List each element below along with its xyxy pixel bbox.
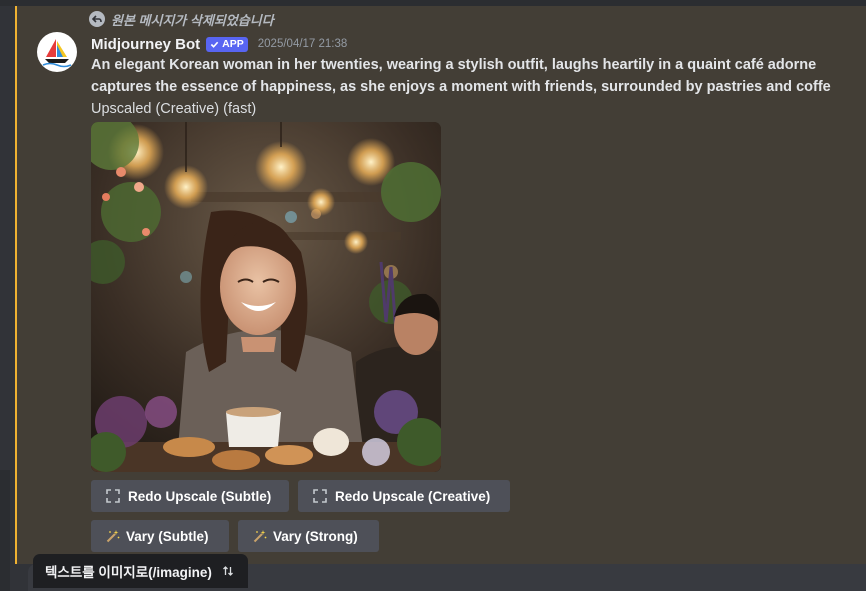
reply-arrow-icon: [89, 11, 105, 27]
redo-upscale-creative-label: Redo Upscale (Creative): [335, 488, 491, 504]
message-header: Midjourney Bot APP 2025/04/17 21:38: [91, 33, 347, 55]
command-label: 텍스트를 이미지로(/imagine): [45, 565, 212, 580]
reply-deleted-text: 원본 메시지가 삭제되었습니다: [111, 12, 274, 28]
discord-channel-view: 원본 메시지가 삭제되었습니다 Midjourney Bot APP 2025/…: [0, 0, 866, 591]
sort-arrows-icon[interactable]: [222, 565, 234, 577]
upscale-status: Upscaled (Creative) (fast): [91, 101, 257, 117]
vary-subtle-label: Vary (Subtle): [126, 528, 209, 544]
prompt-line-2: captures the essence of happiness, as sh…: [91, 79, 831, 95]
imagine-command-chip[interactable]: 텍스트를 이미지로(/imagine): [33, 554, 248, 588]
timestamp[interactable]: 2025/04/17 21:38: [258, 38, 348, 50]
magic-wand-icon: [106, 530, 120, 543]
reply-reference[interactable]: 원본 메시지가 삭제되었습니다: [89, 10, 274, 28]
vary-strong-button[interactable]: Vary (Strong): [238, 520, 379, 552]
prompt-line-1: An elegant Korean woman in her twenties,…: [91, 57, 817, 73]
redo-upscale-creative-button[interactable]: Redo Upscale (Creative): [298, 480, 510, 512]
redo-upscale-subtle-button[interactable]: Redo Upscale (Subtle): [91, 480, 289, 512]
redo-upscale-subtle-label: Redo Upscale (Subtle): [128, 488, 272, 504]
avatar[interactable]: [37, 32, 77, 72]
vary-strong-label: Vary (Strong): [273, 528, 358, 544]
app-badge-label: APP: [222, 38, 244, 50]
bot-message: 원본 메시지가 삭제되었습니다 Midjourney Bot APP 2025/…: [15, 6, 866, 564]
midjourney-sailboat-logo-icon: [42, 39, 72, 68]
cafe-woman-image: [91, 122, 441, 472]
expand-arrows-icon: [106, 489, 120, 503]
message-content: An elegant Korean woman in her twenties,…: [91, 54, 866, 120]
vary-subtle-button[interactable]: Vary (Subtle): [91, 520, 229, 552]
username[interactable]: Midjourney Bot: [91, 36, 200, 53]
checkmark-icon: [210, 41, 219, 48]
app-badge: APP: [206, 36, 248, 52]
left-rail: [0, 470, 10, 591]
generated-image[interactable]: [91, 122, 441, 472]
expand-arrows-icon: [313, 489, 327, 503]
magic-wand-icon: [253, 530, 267, 543]
